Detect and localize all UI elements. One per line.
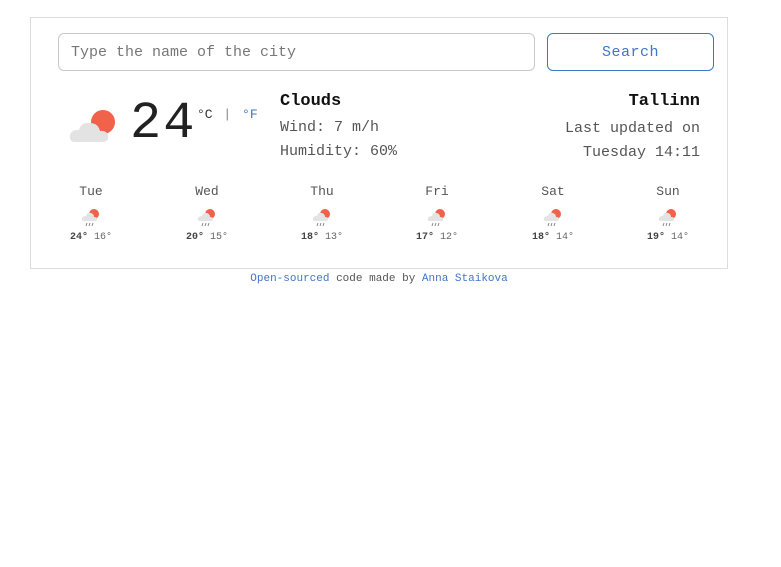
forecast-high: 24°: [69, 232, 88, 243]
open-source-link[interactable]: Open-sourced: [250, 273, 329, 285]
forecast-day-name: Tue: [79, 184, 103, 199]
weather-description: Clouds: [280, 92, 342, 111]
forecast-day-name: Thu: [310, 184, 334, 199]
last-updated-label: Last updated on: [564, 120, 700, 137]
forecast-low: 13°: [325, 232, 344, 243]
last-updated-time: Tuesday 14:11: [582, 144, 700, 161]
forecast-day: Fri 17° 12°: [379, 184, 495, 243]
rain-sun-icon: [81, 209, 99, 227]
city-name: Tallinn: [628, 92, 700, 111]
forecast-day: Tue 24° 16°: [33, 184, 149, 243]
forecast-day: Wed 20° 15°: [149, 184, 265, 243]
author-link[interactable]: Anna Staikova: [422, 273, 508, 285]
footer-text: code made by: [329, 273, 422, 285]
rain-sun-icon: [312, 209, 330, 227]
wind-speed: Wind: 7 m/h: [280, 119, 380, 136]
forecast-day: Sat 18° 14°: [495, 184, 611, 243]
forecast-row: Tue 24° 16° Wed 20° 15° Thu 18° 13° Fri …: [31, 184, 729, 254]
forecast-high: 17°: [415, 232, 434, 243]
forecast-high: 18°: [300, 232, 319, 243]
city-search-input[interactable]: [58, 33, 535, 71]
forecast-day-name: Fri: [425, 184, 449, 199]
forecast-low: 12°: [440, 232, 459, 243]
humidity: Humidity: 60%: [280, 143, 398, 160]
partly-cloudy-icon: [69, 110, 115, 142]
rain-sun-icon: [543, 209, 561, 227]
forecast-high: 19°: [646, 232, 665, 243]
rain-sun-icon: [427, 209, 445, 227]
forecast-low: 15°: [210, 232, 229, 243]
celsius-unit: °C: [197, 107, 213, 122]
rain-sun-icon: [658, 209, 676, 227]
forecast-day-name: Wed: [195, 184, 219, 199]
forecast-high: 20°: [185, 232, 204, 243]
current-temperature: 24: [130, 94, 197, 153]
footer: Open-sourced code made by Anna Staikova: [0, 273, 758, 285]
unit-separator: |: [223, 107, 232, 122]
forecast-day-name: Sun: [656, 184, 680, 199]
forecast-low: 16°: [94, 232, 113, 243]
forecast-day-name: Sat: [541, 184, 565, 199]
weather-card: Search 24 °C | °F Clouds Wind: 7 m/h Hum…: [30, 17, 728, 269]
forecast-day: Thu 18° 13°: [264, 184, 380, 243]
rain-sun-icon: [197, 209, 215, 227]
forecast-high: 18°: [531, 232, 550, 243]
forecast-low: 14°: [671, 232, 690, 243]
forecast-day: Sun 19° 14°: [610, 184, 726, 243]
fahrenheit-link[interactable]: °F: [242, 107, 258, 122]
search-button[interactable]: Search: [547, 33, 714, 71]
forecast-low: 14°: [556, 232, 575, 243]
unit-toggle: °C | °F: [197, 107, 258, 122]
